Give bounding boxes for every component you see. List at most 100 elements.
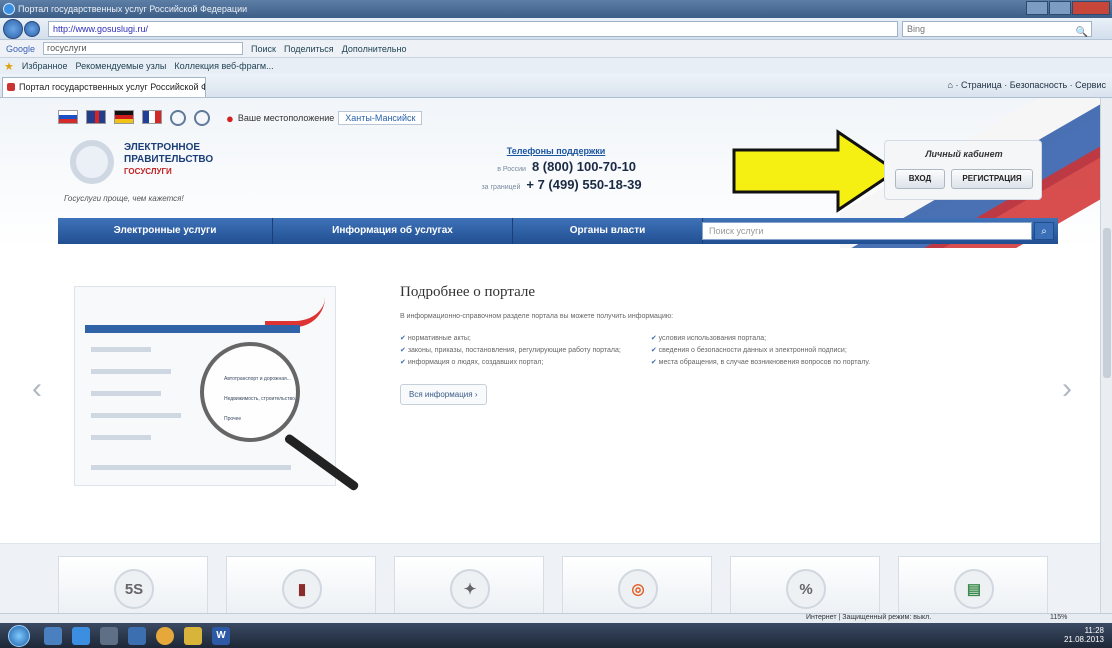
chevron-right-icon[interactable]: › xyxy=(1062,372,1072,406)
explorer-folder-icon[interactable] xyxy=(184,627,202,645)
phone-number: 8 (800) 100-70-10 xyxy=(531,159,637,174)
list-item: места обращения, в случае возникновения … xyxy=(651,358,870,366)
phone-label: в России xyxy=(497,166,526,173)
nav-item-electronic-services[interactable]: Электронные услуги xyxy=(58,218,273,244)
close-button[interactable] xyxy=(1072,1,1110,15)
service-card[interactable]: 5S xyxy=(58,556,208,613)
login-button[interactable]: ВХОД xyxy=(895,169,945,189)
site-logo[interactable]: ЭЛЕКТРОННОЕ ПРАВИТЕЛЬСТВО ГОСУСЛУГИ Госу… xyxy=(58,136,248,208)
location-selector: ● Ваше местоположение Ханты-Мансийск xyxy=(220,110,423,126)
logo-text-3: ГОСУСЛУГИ xyxy=(124,167,172,176)
support-phones: Телефоны поддержки в России 8 (800) 100-… xyxy=(446,146,666,192)
home-icon[interactable]: ⌂ xyxy=(948,80,953,90)
menu-security[interactable]: Безопасность xyxy=(1010,80,1067,90)
word-icon[interactable]: W xyxy=(212,627,230,645)
magnifier-icon xyxy=(200,342,300,442)
service-search-input[interactable]: Поиск услуги xyxy=(702,222,1032,240)
status-text: Интернет | Защищенный режим: выкл. xyxy=(806,614,932,621)
phone-row: в России 8 (800) 100-70-10 xyxy=(446,159,666,174)
browser-search-input[interactable]: Bing 🔍 xyxy=(902,21,1092,40)
start-button[interactable] xyxy=(8,625,30,647)
magnifier-text: Недвижимость, строительство... xyxy=(224,396,300,402)
location-dropdown[interactable]: Ханты-Мансийск xyxy=(338,111,423,125)
maximize-button[interactable] xyxy=(1049,1,1071,15)
phone-number: + 7 (499) 550-18-39 xyxy=(526,177,642,192)
service-card[interactable]: ◎ xyxy=(562,556,712,613)
back-button[interactable] xyxy=(3,18,23,39)
about-list-right: условия использования портала; сведения … xyxy=(651,334,870,370)
nav-item-authorities[interactable]: Органы власти xyxy=(513,218,703,244)
google-search-input[interactable]: госуслуги xyxy=(43,42,244,55)
menu-page[interactable]: Страница xyxy=(961,80,1002,90)
nav-item-service-info[interactable]: Информация об услугах xyxy=(273,218,513,244)
all-info-label: Вся информация xyxy=(409,390,473,399)
clock-date[interactable]: 21.08.2013 xyxy=(1064,635,1104,644)
system-tray: 11:28 21.08.2013 xyxy=(1064,626,1104,644)
fav-item[interactable]: Рекомендуемые узлы xyxy=(76,61,167,71)
service-card[interactable]: ▤ xyxy=(898,556,1048,613)
chevron-right-icon: › xyxy=(474,390,478,399)
language-switcher: ● Ваше местоположение Ханты-Мансийск xyxy=(58,110,423,126)
zoom-level[interactable]: 115% xyxy=(1050,614,1067,621)
main-nav: Электронные услуги Информация об услугах… xyxy=(58,218,1058,244)
minimize-button[interactable] xyxy=(1026,1,1048,15)
logo-text-1: ЭЛЕКТРОННОЕ xyxy=(124,142,201,153)
search-icon[interactable]: ⌕ xyxy=(1034,222,1054,240)
list-item: условия использования портала; xyxy=(651,334,870,342)
lang-de-icon[interactable] xyxy=(114,110,134,124)
google-search-button[interactable]: Поиск xyxy=(251,44,276,54)
menu-tools[interactable]: Сервис xyxy=(1075,80,1106,90)
magnifier-text: Прочее xyxy=(224,416,242,422)
cabinet-title: Личный кабинет xyxy=(925,149,1003,159)
star-icon: ★ xyxy=(4,60,14,73)
browser-icon xyxy=(3,3,15,15)
site-tagline: Госуслуги проще, чем кажется! xyxy=(64,194,184,203)
list-item: информация о людях, создавших портал; xyxy=(400,358,621,366)
command-bar: ⌂ · Страница · Безопасность · Сервис xyxy=(947,80,1106,90)
magnifier-text: Автотранспорт и дорожная... xyxy=(224,376,291,382)
lang-en-icon[interactable] xyxy=(86,110,106,124)
logo-emblem-icon xyxy=(70,140,114,184)
phone-row: за границей + 7 (499) 550-18-39 xyxy=(446,177,666,192)
service-card[interactable]: ▮ xyxy=(226,556,376,613)
chevron-left-icon[interactable]: ‹ xyxy=(32,372,42,406)
google-more-button[interactable]: Дополнительно xyxy=(342,44,407,54)
tab-active[interactable]: Портал государственных услуг Российской … xyxy=(2,77,206,97)
app-icon[interactable] xyxy=(128,627,146,645)
lang-fr-icon[interactable] xyxy=(142,110,162,124)
yellow-arrow-icon xyxy=(732,129,899,213)
all-info-button[interactable]: Вся информация › xyxy=(400,384,487,405)
search-icon[interactable]: 🔍 xyxy=(1076,26,1088,40)
page-header: ● Ваше местоположение Ханты-Мансийск ЭЛЕ… xyxy=(0,98,1100,248)
google-toolbar: Google госуслуги Поиск Поделиться Дополн… xyxy=(0,40,1112,58)
phones-title[interactable]: Телефоны поддержки xyxy=(446,146,666,156)
taskbar: W 11:28 21.08.2013 xyxy=(0,623,1112,648)
page-scrollbar[interactable] xyxy=(1100,98,1112,613)
info-carousel: ‹ › Автотранспорт и дорожная... Недвижим… xyxy=(0,264,1100,524)
clock-time[interactable]: 11:28 xyxy=(1064,626,1104,635)
service-card[interactable]: ✦ xyxy=(394,556,544,613)
ie-icon[interactable] xyxy=(72,627,90,645)
service-card[interactable]: % xyxy=(730,556,880,613)
lang-ru-icon[interactable] xyxy=(58,110,78,124)
help-icon[interactable] xyxy=(194,110,210,126)
google-share-button[interactable]: Поделиться xyxy=(284,44,334,54)
folder-icon[interactable] xyxy=(100,627,118,645)
personal-cabinet: Личный кабинет ВХОД РЕГИСТРАЦИЯ xyxy=(884,140,1042,200)
popular-services: 5S ▮ ✦ ◎ % ▤ xyxy=(0,543,1100,613)
list-item: законы, приказы, постановления, регулиру… xyxy=(400,346,621,354)
url-input[interactable]: http://www.gosuslugi.ru/ xyxy=(48,21,898,37)
explorer-icon[interactable] xyxy=(44,627,62,645)
about-description: В информационно-справочном разделе порта… xyxy=(400,313,674,320)
register-button[interactable]: РЕГИСТРАЦИЯ xyxy=(951,169,1033,189)
favorites-bar: ★ Избранное Рекомендуемые узлы Коллекция… xyxy=(0,58,1112,74)
forward-button[interactable] xyxy=(24,20,40,37)
page-viewport: ● Ваше местоположение Ханты-Мансийск ЭЛЕ… xyxy=(0,98,1100,613)
chrome-icon[interactable] xyxy=(156,627,174,645)
location-label: Ваше местоположение xyxy=(237,113,335,123)
favorites-button[interactable]: Избранное xyxy=(22,61,68,71)
fav-item[interactable]: Коллекция веб-фрагм... xyxy=(174,61,273,71)
about-lists: нормативные акты; законы, приказы, поста… xyxy=(400,334,1000,370)
scrollbar-thumb[interactable] xyxy=(1103,228,1111,378)
accessibility-icon[interactable] xyxy=(170,110,186,126)
